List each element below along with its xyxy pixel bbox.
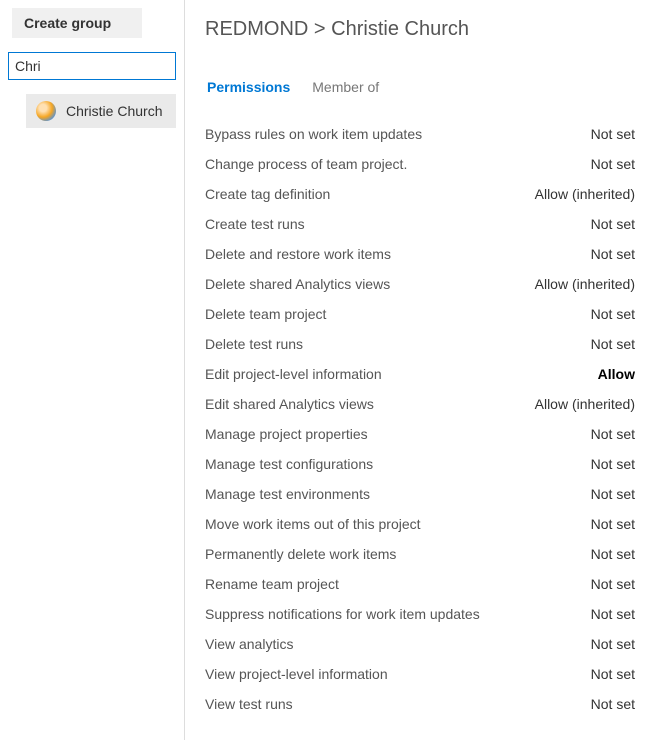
permission-row: Suppress notifications for work item upd… [205,599,635,629]
permission-value[interactable]: Allow (inherited) [523,274,635,294]
permission-label: View project-level information [205,664,388,684]
permission-label: Create tag definition [205,184,330,204]
permission-label: Manage project properties [205,424,368,444]
permission-row: Permanently delete work items Not set [205,539,635,569]
permission-value[interactable]: Not set [579,574,635,594]
breadcrumb-root[interactable]: REDMOND [205,18,308,40]
permission-row: Delete team project Not set [205,299,635,329]
permission-row: Edit shared Analytics views Allow (inheri… [205,389,635,419]
permission-value[interactable]: Allow [586,364,635,384]
permission-row: Move work items out of this project Not s… [205,509,635,539]
permission-label: Manage test configurations [205,454,373,474]
permission-row: Delete shared Analytics views Allow (inhe… [205,269,635,299]
permission-label: Permanently delete work items [205,544,396,564]
permission-label: Bypass rules on work item updates [205,124,422,144]
permission-label: Delete shared Analytics views [205,274,390,294]
permission-label: Edit shared Analytics views [205,394,374,414]
permission-value[interactable]: Not set [579,244,635,264]
permission-label: Delete and restore work items [205,244,391,264]
permission-label: Edit project-level information [205,364,382,384]
permission-label: Create test runs [205,214,305,234]
permission-row: View analytics Not set [205,629,635,659]
create-group-button[interactable]: Create group [12,8,142,38]
permission-value[interactable]: Not set [579,214,635,234]
permission-value[interactable]: Not set [579,334,635,354]
sidebar-user-label: Christie Church [66,103,162,119]
avatar-icon [36,101,56,121]
breadcrumb-current: Christie Church [331,18,469,40]
permission-row: Rename team project Not set [205,569,635,599]
permission-row: Delete test runs Not set [205,329,635,359]
permission-value[interactable]: Not set [579,124,635,144]
permission-label: View test runs [205,694,293,714]
permission-row: Create test runs Not set [205,209,635,239]
permission-value[interactable]: Not set [579,454,635,474]
permission-row: Delete and restore work items Not set [205,239,635,269]
permission-label: Delete test runs [205,334,303,354]
permission-label: Rename team project [205,574,339,594]
permission-row: View test runs Not set [205,689,635,719]
permission-label: Change process of team project. [205,154,407,174]
sidebar: Create group Christie Church [0,0,185,740]
permission-value[interactable]: Not set [579,424,635,444]
tab-member-of[interactable]: Member of [312,79,379,97]
tabs: Permissions Member of [205,79,635,97]
permission-row: Manage test environments Not set [205,479,635,509]
permission-label: Move work items out of this project [205,514,421,534]
main-content: REDMOND > Christie Church Permissions Me… [185,0,649,740]
sidebar-user-item[interactable]: Christie Church [26,94,176,128]
permission-row: View project-level information Not set [205,659,635,689]
tab-permissions[interactable]: Permissions [207,79,290,97]
permission-value[interactable]: Allow (inherited) [523,394,635,414]
permission-value[interactable]: Not set [579,694,635,714]
permission-row: Change process of team project. Not set [205,149,635,179]
permission-label: View analytics [205,634,293,654]
permission-label: Manage test environments [205,484,370,504]
breadcrumb: REDMOND > Christie Church [205,18,635,41]
permission-value[interactable]: Not set [579,544,635,564]
permission-row: Bypass rules on work item updates Not set [205,119,635,149]
permission-row: Manage test configurations Not set [205,449,635,479]
permission-value[interactable]: Not set [579,304,635,324]
permission-value[interactable]: Not set [579,634,635,654]
search-input[interactable] [8,52,176,80]
permission-row: Create tag definition Allow (inherited) [205,179,635,209]
permission-value[interactable]: Not set [579,604,635,624]
permissions-list: Bypass rules on work item updates Not set… [205,119,635,719]
permission-value[interactable]: Allow (inherited) [523,184,635,204]
permission-value[interactable]: Not set [579,484,635,504]
permission-label: Suppress notifications for work item upd… [205,604,480,624]
permission-value[interactable]: Not set [579,514,635,534]
permission-value[interactable]: Not set [579,154,635,174]
permission-label: Delete team project [205,304,326,324]
permission-row: Manage project properties Not set [205,419,635,449]
permission-value[interactable]: Not set [579,664,635,684]
permission-row: Edit project-level information Allow [205,359,635,389]
breadcrumb-separator: > [314,18,326,40]
